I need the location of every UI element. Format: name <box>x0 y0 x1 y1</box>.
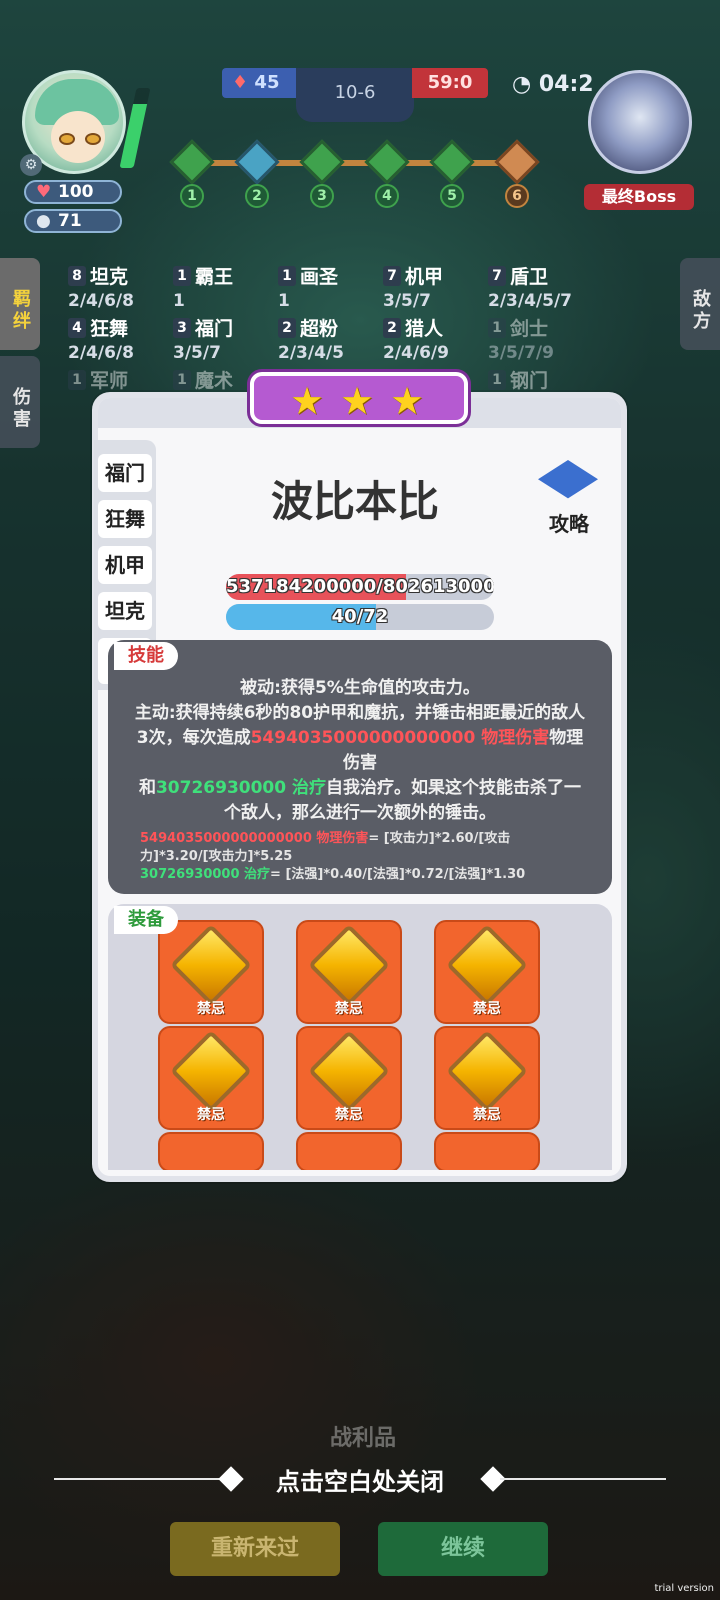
stage-label: 10-6 <box>296 68 414 122</box>
flame-icon: ♦ <box>232 72 249 93</box>
stage-num-3: 3 <box>310 184 334 208</box>
stage-path <box>180 160 530 166</box>
skill-formula: 5494035000000000000 物理伤害= [攻击力]*2.60/[攻击… <box>140 831 526 882</box>
tab-enemy[interactable]: 敌方 <box>680 258 720 350</box>
synergy-shield[interactable]: 7 盾卫 2/3/4/5/7 <box>488 262 572 311</box>
gem-icon <box>307 1029 391 1113</box>
star-icon: ★ <box>390 379 425 423</box>
stage-num-6: 6 <box>505 184 529 208</box>
hero-hp-bar: 537184200000/802613000 <box>226 574 494 600</box>
player-hp-pill: ♥ 100 <box>24 180 122 204</box>
skill-description: 被动:获得5%生命值的攻击力。 主动:获得持续6秒的80护甲和魔抗，并锤击相距最… <box>134 678 586 823</box>
equipment-item[interactable]: 禁忌 <box>296 920 402 1024</box>
equipment-item-partial[interactable] <box>158 1132 264 1170</box>
trait-item[interactable]: 狂舞 <box>98 500 152 538</box>
equipment-item[interactable]: 禁忌 <box>158 1026 264 1130</box>
equipment-item[interactable]: 禁忌 <box>434 920 540 1024</box>
boss-avatar[interactable] <box>588 70 692 174</box>
gem-icon <box>169 1029 253 1113</box>
retry-button[interactable]: 重新来过 <box>170 1522 340 1576</box>
gem-icon <box>169 923 253 1007</box>
player-score: ♦ 45 <box>222 68 298 98</box>
trait-item[interactable]: 福门 <box>98 454 152 492</box>
gem-icon <box>307 923 391 1007</box>
tab-damage[interactable]: 伤害 <box>0 356 40 448</box>
synergy-hunter[interactable]: 2 猎人 2/4/6/9 <box>383 314 449 363</box>
synergy-superfan[interactable]: 2 超粉 2/3/4/5 <box>278 314 344 363</box>
trait-item[interactable]: 坦克 <box>98 592 152 630</box>
round-timer: ◔ 04:2 <box>512 72 594 97</box>
star-icon: ★ <box>340 379 375 423</box>
synergy-overlord[interactable]: 1 霸王 1 <box>173 262 233 311</box>
trait-item[interactable]: 机甲 <box>98 546 152 584</box>
continue-button[interactable]: 继续 <box>378 1522 548 1576</box>
clock-icon: ◔ <box>512 72 532 97</box>
synergy-row3-3[interactable]: 1 钢门 <box>488 366 548 393</box>
star-icon: ★ <box>290 379 325 423</box>
score-board: ♦ 45 10-6 59:0 <box>222 68 488 122</box>
graduation-cap-icon <box>538 460 598 499</box>
watermark: trial version <box>654 1583 714 1594</box>
player-coins-pill: ● 71 <box>24 209 122 233</box>
synergy-row3-1[interactable]: 1 军师 <box>68 366 128 393</box>
equipment-tag: 装备 <box>114 906 178 934</box>
skill-tag: 技能 <box>114 642 178 670</box>
synergy-row3-2[interactable]: 1 魔术 <box>173 366 233 393</box>
gem-icon <box>445 923 529 1007</box>
equipment-item-partial[interactable] <box>296 1132 402 1170</box>
equipment-item[interactable]: 禁忌 <box>158 920 264 1024</box>
synergy-tank[interactable]: 8 坦克 2/4/6/8 <box>68 262 134 311</box>
close-hint: 点击空白处关闭 <box>276 1468 444 1496</box>
stage-num-2: 2 <box>245 184 269 208</box>
heart-icon: ♥ <box>36 182 52 202</box>
synergy-painter[interactable]: 1 画圣 1 <box>278 262 338 311</box>
star-rating: ★ ★ ★ <box>250 372 468 424</box>
synergy-mech[interactable]: 7 机甲 3/5/7 <box>383 262 443 311</box>
equipment-item-partial[interactable] <box>434 1132 540 1170</box>
synergy-swordsman[interactable]: 1 剑士 3/5/7/9 <box>488 314 554 363</box>
loot-label: 战利品 <box>330 1426 397 1451</box>
equipment-panel: 禁忌 禁忌 禁忌 禁忌 禁忌 禁忌 <box>108 904 612 1170</box>
settings-gear-icon[interactable]: ⚙ <box>20 154 42 176</box>
synergy-fortune[interactable]: 3 福门 3/5/7 <box>173 314 233 363</box>
stage-num-5: 5 <box>440 184 464 208</box>
synergy-dancer[interactable]: 4 狂舞 2/4/6/8 <box>68 314 134 363</box>
divider-right <box>500 1478 666 1480</box>
stage-num-4: 4 <box>375 184 399 208</box>
equipment-item[interactable]: 禁忌 <box>296 1026 402 1130</box>
coin-icon: ● <box>36 211 51 231</box>
guide-button[interactable]: 攻略 <box>534 460 604 536</box>
hero-mana-bar: 40/72 <box>226 604 494 630</box>
tab-synergy[interactable]: 羁绊 <box>0 258 40 350</box>
stage-num-1: 1 <box>180 184 204 208</box>
equipment-item[interactable]: 禁忌 <box>434 1026 540 1130</box>
boss-label: 最终Boss <box>584 184 694 210</box>
gem-icon <box>445 1029 529 1113</box>
divider-left <box>54 1478 224 1480</box>
enemy-score: 59:0 <box>412 68 488 98</box>
hero-name: 波比本比 <box>270 477 439 526</box>
